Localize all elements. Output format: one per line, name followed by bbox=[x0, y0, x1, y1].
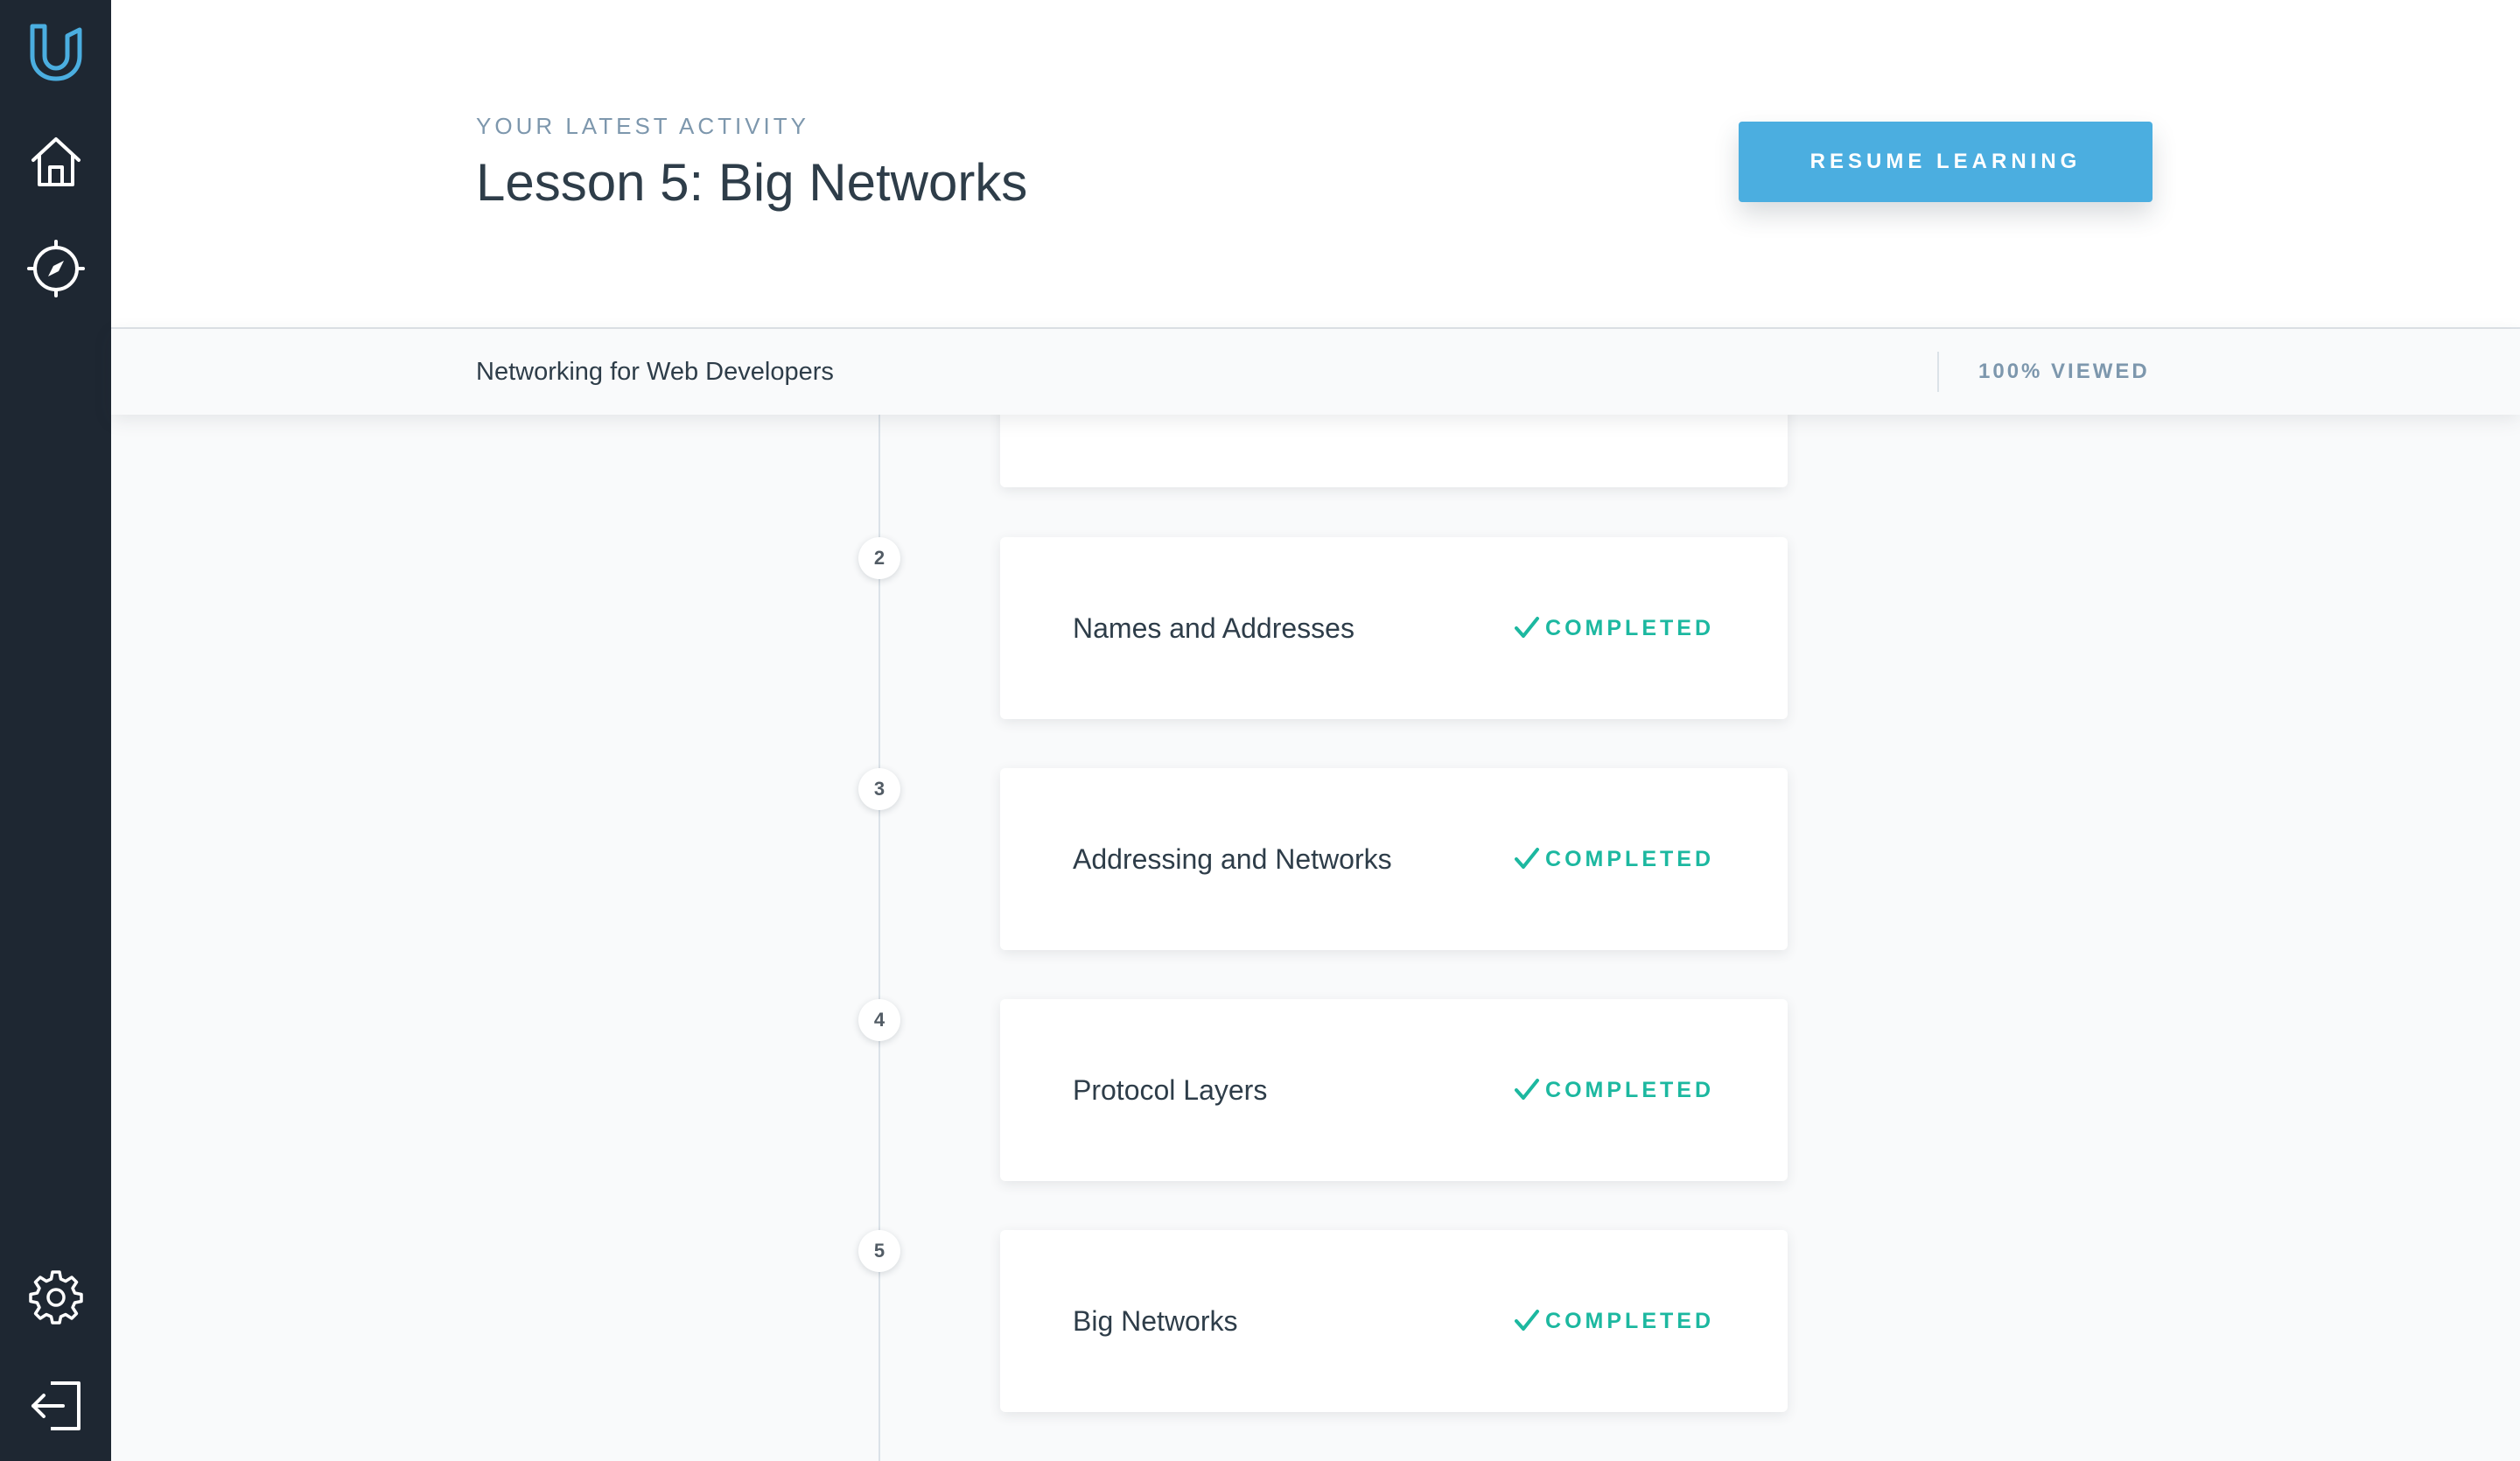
lesson-status: COMPLETED bbox=[1514, 842, 1714, 877]
progress-status: 100% VIEWED bbox=[1978, 360, 2150, 383]
lesson-title: Names and Addresses bbox=[1073, 612, 1354, 644]
checkmark-icon bbox=[1514, 846, 1540, 872]
gear-icon[interactable] bbox=[0, 1257, 111, 1336]
lesson-title: Protocol Layers bbox=[1073, 1074, 1268, 1106]
checkmark-icon bbox=[1514, 615, 1540, 641]
lesson-title: Addressing and Networks bbox=[1073, 843, 1392, 875]
completed-label: COMPLETED bbox=[1545, 616, 1714, 640]
lesson-status: COMPLETED bbox=[1514, 1073, 1714, 1108]
completed-label: COMPLETED bbox=[1545, 1078, 1714, 1102]
latest-activity-header: YOUR LATEST ACTIVITY Lesson 5: Big Netwo… bbox=[111, 0, 2520, 329]
lesson-card[interactable]: Names and Addresses COMPLETED bbox=[1000, 537, 1788, 719]
lesson-card[interactable]: Addressing and Networks COMPLETED bbox=[1000, 768, 1788, 950]
page-title: Lesson 5: Big Networks bbox=[476, 153, 1028, 212]
sidebar bbox=[0, 0, 111, 1461]
lesson-number-badge: 5 bbox=[858, 1230, 900, 1272]
resume-learning-button[interactable]: RESUME LEARNING bbox=[1739, 122, 2152, 202]
checkmark-icon bbox=[1514, 1308, 1540, 1334]
checkmark-icon bbox=[1514, 1077, 1540, 1103]
lesson-card[interactable]: Big Networks COMPLETED bbox=[1000, 1230, 1788, 1412]
lesson-number-badge: 4 bbox=[858, 999, 900, 1041]
completed-label: COMPLETED bbox=[1545, 1309, 1714, 1333]
home-icon[interactable] bbox=[0, 122, 111, 201]
latest-activity-label: YOUR LATEST ACTIVITY bbox=[476, 113, 809, 139]
lesson-title: Big Networks bbox=[1073, 1305, 1238, 1337]
completed-label: COMPLETED bbox=[1545, 847, 1714, 871]
lesson-number-badge: 2 bbox=[858, 537, 900, 579]
lesson-card[interactable]: Protocol Layers COMPLETED bbox=[1000, 999, 1788, 1181]
lesson-status: COMPLETED bbox=[1514, 1304, 1714, 1339]
logout-icon[interactable] bbox=[0, 1367, 111, 1445]
course-bar: Networking for Web Developers 100% VIEWE… bbox=[111, 329, 2520, 415]
udacity-logo-icon[interactable] bbox=[0, 12, 111, 91]
divider bbox=[1937, 352, 1939, 392]
course-name[interactable]: Networking for Web Developers bbox=[476, 355, 834, 388]
compass-icon[interactable] bbox=[0, 229, 111, 308]
lesson-number-badge: 3 bbox=[858, 768, 900, 810]
lesson-status: COMPLETED bbox=[1514, 611, 1714, 646]
